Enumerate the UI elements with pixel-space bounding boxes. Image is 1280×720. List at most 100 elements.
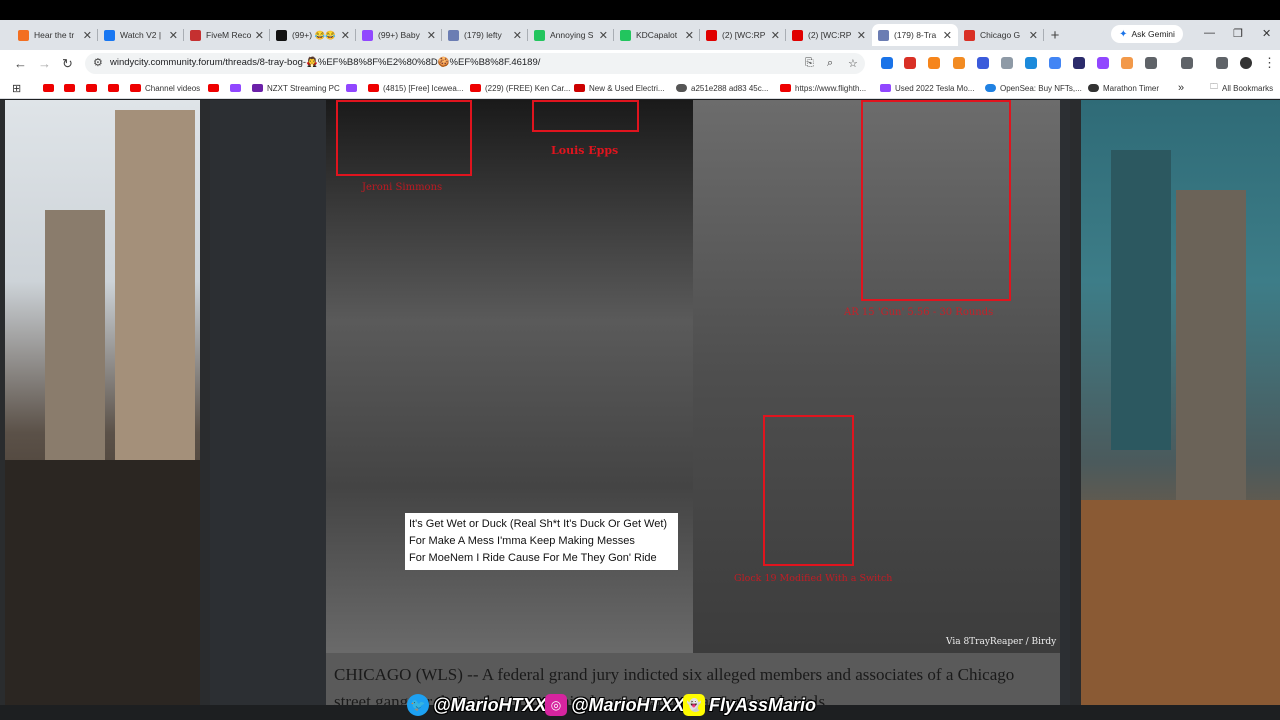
zoom-icon[interactable]: ⌕: [827, 57, 833, 70]
yt-bookmark-icon: [64, 84, 75, 92]
opensea-bookmark-icon: [985, 84, 996, 92]
menu-icon[interactable]: ⋮: [1263, 55, 1276, 71]
tab[interactable]: (99+) Baby ✕: [356, 24, 442, 46]
tab-close-icon[interactable]: ✕: [943, 29, 952, 42]
cast-icon[interactable]: [1216, 57, 1228, 69]
annotation-box: [532, 100, 639, 132]
lyric-line: It's Get Wet or Duck (Real Sh*t It's Duc…: [409, 518, 668, 530]
tab-close-icon[interactable]: ✕: [341, 29, 350, 42]
bookmark-item[interactable]: NZXT Streaming PC: [252, 81, 340, 95]
tab-close-icon[interactable]: ✕: [599, 29, 608, 42]
tab-close-icon[interactable]: ✕: [427, 29, 436, 42]
annotation-box: [336, 100, 472, 176]
forward-icon[interactable]: →: [38, 56, 51, 71]
tab-favicon-icon: [18, 29, 29, 41]
instagram-handle-text: @MarioHTXX: [571, 694, 685, 715]
install-app-icon[interactable]: ⎘: [805, 57, 814, 70]
back-icon[interactable]: ←: [14, 56, 27, 71]
tab[interactable]: Chicago G ✕: [958, 24, 1044, 46]
bookmark-item[interactable]: Marathon Timer: [1088, 81, 1159, 95]
apps-grid-icon[interactable]: ⊞: [12, 81, 21, 95]
globe-bookmark-icon: [676, 84, 687, 92]
tesla-bookmark-icon: [574, 84, 585, 92]
twitter-icon: 🐦: [407, 694, 429, 716]
tab[interactable]: KDCapalot ✕: [614, 24, 700, 46]
tab[interactable]: (99+) 😂😂 ✕: [270, 24, 356, 46]
more-bookmarks-icon[interactable]: »: [1178, 81, 1184, 95]
tab-close-icon[interactable]: ✕: [513, 29, 522, 42]
tab-title: FiveM Reco: [206, 30, 252, 40]
tab-close-icon[interactable]: ✕: [685, 29, 694, 42]
tab[interactable]: Annoying S ✕: [528, 24, 614, 46]
extension-icon[interactable]: [1121, 57, 1133, 69]
tab[interactable]: (2) [WC:RP ✕: [786, 24, 872, 46]
bookmark-item[interactable]: Channel videos: [130, 81, 200, 95]
tab-close-icon[interactable]: ✕: [771, 29, 780, 42]
reload-icon[interactable]: ↻: [62, 56, 73, 72]
bookmark-item[interactable]: Used 2022 Tesla Mo...: [880, 81, 974, 95]
tab-close-icon[interactable]: ✕: [255, 29, 264, 42]
site-info-icon[interactable]: ⚙: [93, 56, 103, 69]
bookmark-item[interactable]: (229) (FREE) Ken Car...: [470, 81, 570, 95]
lyric-line: For Make A Mess I'mma Keep Making Messes: [409, 535, 635, 547]
bookmark-item[interactable]: (4815) [Free] Icewea...: [368, 81, 463, 95]
yt-bookmark-icon: [43, 84, 54, 92]
snapchat-icon: 👻: [683, 694, 705, 716]
bookmark-item[interactable]: [64, 81, 79, 95]
bookmark-label: Used 2022 Tesla Mo...: [895, 83, 975, 93]
minimize-icon[interactable]: —: [1204, 27, 1215, 39]
twitch-extension-icon[interactable]: [1097, 57, 1109, 69]
extension-icon[interactable]: [904, 57, 916, 69]
ask-gemini-button[interactable]: ✦ Ask Gemini: [1111, 25, 1183, 43]
new-tab-button[interactable]: +: [1044, 24, 1066, 46]
extension-icon[interactable]: [977, 57, 989, 69]
extension-icon[interactable]: [1049, 57, 1061, 69]
avatar[interactable]: [1240, 57, 1252, 69]
puzzle-icon[interactable]: [1145, 57, 1157, 69]
extension-icon[interactable]: [1073, 57, 1085, 69]
bookmark-item[interactable]: https://www.flighth...: [780, 81, 866, 95]
annotation-label: Glock 19 Modified With a Switch: [734, 573, 893, 584]
url-text[interactable]: windycity.community.forum/threads/8-tray…: [110, 57, 540, 68]
tab-title: (179) lefty: [464, 30, 502, 40]
tab-separator: [1043, 29, 1044, 41]
bookmark-item[interactable]: OpenSea: Buy NFTs,...: [985, 81, 1082, 95]
extension-icon[interactable]: [881, 57, 893, 69]
tab-close-icon[interactable]: ✕: [169, 29, 178, 42]
social-overlay: 🐦 @MarioHTXX ◎ @MarioHTXX 👻 FlyAssMario: [0, 690, 1280, 720]
tab[interactable]: (2) [WC:RP ✕: [700, 24, 786, 46]
bookmark-item[interactable]: [346, 81, 361, 95]
metamask-icon[interactable]: [928, 57, 940, 69]
shield-icon[interactable]: [1001, 57, 1013, 69]
all-bookmarks-button[interactable]: 🗀 All Bookmarks: [1210, 81, 1273, 95]
tab-close-icon[interactable]: ✕: [1029, 29, 1038, 42]
background-image-right: [1081, 100, 1280, 705]
bookmark-item[interactable]: [43, 81, 58, 95]
tab[interactable]: Watch V2 | ✕: [98, 24, 184, 46]
page-viewport: Jeroni Simmons Louis Epps AR 15 'Gun' 5.…: [0, 100, 1280, 705]
side-panel-icon[interactable]: [1181, 57, 1193, 69]
tab[interactable]: (179) 8-Tra ✕: [872, 24, 958, 46]
address-bar[interactable]: ⚙ windycity.community.forum/threads/8-tr…: [85, 53, 865, 74]
yt-bookmark-icon: [108, 84, 119, 92]
tab[interactable]: Hear the tr ✕: [12, 24, 98, 46]
tab-close-icon[interactable]: ✕: [83, 29, 92, 42]
tab[interactable]: (179) lefty ✕: [442, 24, 528, 46]
tab-title: Watch V2 |: [120, 30, 162, 40]
bookmark-item[interactable]: [108, 81, 123, 95]
close-window-icon[interactable]: ✕: [1262, 27, 1271, 40]
tab-favicon-icon: [276, 29, 287, 41]
extension-icon[interactable]: [953, 57, 965, 69]
tab[interactable]: FiveM Reco ✕: [184, 24, 270, 46]
bookmarks-bar: ⊞ » 🗀 All Bookmarks Channel videos NZXT S…: [0, 77, 1280, 99]
bookmark-item[interactable]: New & Used Electri...: [574, 81, 665, 95]
bookmark-item[interactable]: [208, 81, 223, 95]
tab-favicon-icon: [706, 29, 717, 41]
bookmark-item[interactable]: [86, 81, 101, 95]
bookmark-item[interactable]: a251e288 ad83 45c...: [676, 81, 768, 95]
tab-close-icon[interactable]: ✕: [857, 29, 866, 42]
extension-icon[interactable]: [1025, 57, 1037, 69]
restore-icon[interactable]: ❐: [1233, 27, 1243, 40]
bookmark-item[interactable]: [230, 81, 245, 95]
bookmark-star-icon[interactable]: ☆: [848, 57, 858, 70]
